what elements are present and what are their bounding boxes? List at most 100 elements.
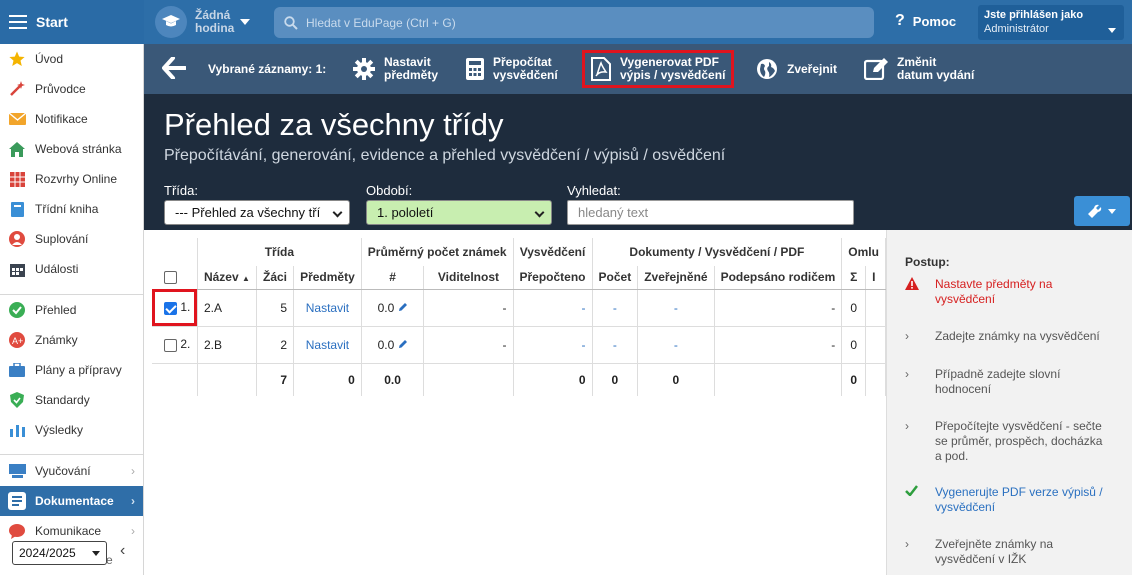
row-number: 1.	[180, 300, 191, 315]
sidebar-item-udalosti[interactable]: Události	[0, 254, 143, 284]
tools-menu-button[interactable]	[1074, 196, 1130, 226]
procedure-step[interactable]: Nastavte předměty na vysvědčení	[905, 277, 1125, 307]
column-header-recalculated: Přepočteno	[513, 266, 593, 290]
totals-blank	[423, 363, 514, 396]
table-row[interactable]: 1. 2.A 5 Nastavit 0.0 - - - - - 0	[152, 289, 886, 327]
count-cell[interactable]: -	[592, 326, 639, 364]
signed-cell: -	[714, 289, 843, 327]
sidebar-item-plany[interactable]: Plány a přípravy	[0, 355, 143, 385]
select-all-checkbox[interactable]	[164, 271, 177, 285]
pencil-icon[interactable]	[398, 339, 408, 349]
sidebar-item-tridni-kniha[interactable]: Třídní kniha	[0, 194, 143, 224]
sidebar-item-label: Dokumentace	[35, 494, 114, 508]
page-title: Přehled za všechny třídy	[164, 107, 504, 142]
procedure-step[interactable]: › Zadejte známky na vysvědčení	[905, 329, 1125, 344]
sidebar-item-notifikace[interactable]: Notifikace	[0, 104, 143, 134]
sidebar-item-label: Úvod	[35, 52, 64, 66]
step-line: se průměr, prospěch, docházka	[935, 434, 1103, 448]
sidebar-item-dokumentace[interactable]: Dokumentace ›	[0, 486, 143, 516]
recalculate-button[interactable]: Přepočítat vysvědčení	[466, 52, 558, 86]
start-menu-button[interactable]: Start	[0, 0, 144, 44]
column-header-count: Počet	[592, 266, 639, 290]
bar-chart-icon	[8, 421, 26, 439]
sidebar-item-label: Komunikace	[35, 524, 102, 538]
count-cell[interactable]: -	[592, 289, 639, 327]
sidebar-item-uvod[interactable]: Úvod	[0, 44, 143, 74]
step-line: hodnocení	[935, 382, 992, 396]
sidebar-item-vyucovani[interactable]: Vyučování ›	[0, 456, 143, 486]
page-subtitle: Přepočítávání, generování, evidence a př…	[164, 147, 726, 164]
period-filter-select[interactable]: 1. pololetí	[366, 200, 552, 225]
question-icon: ?	[895, 12, 905, 29]
period-filter-value: 1. pololetí	[377, 205, 434, 220]
generate-pdf-label: Vygenerovat PDF výpis / vysvědčení	[620, 56, 725, 82]
class-name-cell: 2.B	[197, 326, 257, 364]
row-select-cell: 1.	[152, 289, 198, 327]
set-subjects-button[interactable]: Nastavit předměty	[353, 52, 438, 86]
collapse-sidebar-icon[interactable]: ‹	[120, 542, 125, 560]
procedure-step[interactable]: › Přepočítejte vysvědčení - sečte se prům…	[905, 419, 1125, 464]
row-checkbox[interactable]	[164, 301, 177, 315]
set-subjects-link[interactable]: Nastavit	[306, 338, 349, 352]
publish-button[interactable]: Zveřejnit	[756, 52, 837, 86]
sidebar-item-standardy[interactable]: Standardy	[0, 385, 143, 415]
change-issue-date-button[interactable]: Změnit datum vydání	[864, 52, 974, 86]
back-arrow-icon[interactable]	[162, 56, 187, 82]
column-header-name[interactable]: Název ▲	[197, 266, 257, 290]
chat-icon	[8, 522, 26, 540]
pdf-file-icon	[591, 57, 611, 81]
classes-table: Třída Průměrný počet známek Vysvědčení D…	[152, 238, 886, 396]
group-header-certificate: Vysvědčení	[513, 238, 593, 266]
globe-icon	[756, 58, 778, 80]
column-header-subjects: Předměty	[293, 266, 362, 290]
published-cell[interactable]: -	[637, 326, 715, 364]
school-year-select[interactable]: 2024/2025	[12, 541, 107, 565]
check-circle-icon	[8, 301, 26, 319]
sidebar-item-label: Přehled	[35, 303, 77, 317]
recalculated-cell[interactable]: -	[513, 289, 593, 327]
sidebar-item-label: Notifikace	[35, 112, 88, 126]
sigma-cell: 0	[841, 289, 867, 327]
procedure-step[interactable]: › Případně zadejte slovní hodnocení	[905, 367, 1125, 397]
sidebar-item-vysledky[interactable]: Výsledky	[0, 415, 143, 445]
published-cell[interactable]: -	[637, 289, 715, 327]
set-subjects-line-2: předměty	[384, 68, 439, 82]
procedure-step[interactable]: Vygenerujte PDF verze výpisů / vysvědčení	[905, 485, 1125, 515]
action-toolbar: Vybrané záznamy: 1: Nastavit předměty Pře…	[144, 44, 1132, 94]
totals-blank	[865, 363, 886, 396]
procedure-step-text: Případně zadejte slovní hodnocení	[935, 367, 1060, 397]
help-button[interactable]: ? Pomoc	[895, 12, 956, 30]
pencil-icon[interactable]	[398, 302, 408, 312]
current-lesson-selector[interactable]: Žádná hodina	[155, 5, 265, 39]
search-filter-input[interactable]: hledaný text	[567, 200, 854, 225]
visibility-cell: -	[423, 326, 514, 364]
sidebar-item-pruvodce[interactable]: Průvodce	[0, 74, 143, 104]
book-icon	[8, 200, 26, 218]
school-year-value: 2024/2025	[19, 546, 76, 560]
procedure-step-text: Nastavte předměty na vysvědčení	[935, 277, 1052, 307]
sidebar-item-znamky[interactable]: A+ Známky	[0, 325, 143, 355]
sidebar-divider	[0, 454, 143, 455]
chevron-right-icon: ›	[905, 329, 909, 343]
row-checkbox[interactable]	[164, 338, 177, 352]
user-menu[interactable]: Jste přihlášen jako Administrátor	[978, 5, 1124, 40]
sidebar-item-label: Třídní kniha	[35, 202, 99, 216]
classroom-icon	[8, 462, 26, 480]
edit-icon	[864, 58, 888, 80]
sidebar-item-suplovani[interactable]: Suplování	[0, 224, 143, 254]
global-search-input[interactable]: Hledat v EduPage (Ctrl + G)	[274, 7, 874, 38]
sidebar-item-label: Vyučování	[35, 464, 91, 478]
recalculated-cell[interactable]: -	[513, 326, 593, 364]
generate-pdf-line-2: výpis / vysvědčení	[620, 68, 726, 82]
chevron-right-icon: ›	[131, 464, 135, 478]
set-subjects-link[interactable]: Nastavit	[306, 301, 349, 315]
sidebar-item-prehled[interactable]: Přehled	[0, 295, 143, 325]
table-row[interactable]: 2. 2.B 2 Nastavit 0.0 - - - - - 0	[152, 326, 886, 364]
procedure-step[interactable]: › Zveřejněte známky na vysvědčení v IŽK	[905, 537, 1125, 567]
row-number: 2.	[180, 337, 191, 352]
sidebar-item-webova-stranka[interactable]: Webová stránka	[0, 134, 143, 164]
class-filter-select[interactable]: --- Přehled za všechny tří	[164, 200, 350, 225]
sidebar-item-rozvrhy-online[interactable]: Rozvrhy Online	[0, 164, 143, 194]
generate-pdf-button[interactable]: Vygenerovat PDF výpis / vysvědčení	[581, 50, 735, 88]
chevron-down-icon	[1108, 28, 1116, 33]
